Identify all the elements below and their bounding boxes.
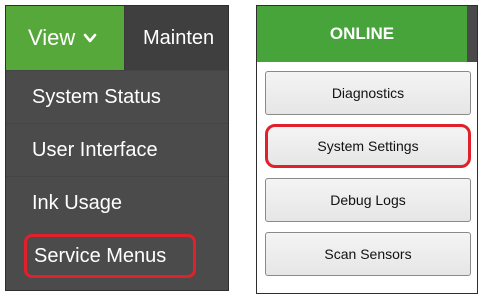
button-label: System Settings [317,138,419,154]
chevron-down-icon [83,31,97,45]
view-tab[interactable]: View [6,6,124,70]
maintenance-tab[interactable]: Mainten [124,6,228,70]
view-tab-label: View [28,25,76,50]
menu-item-label: System Status [32,85,161,108]
button-label: Diagnostics [331,85,405,101]
button-label: Scan Sensors [324,246,412,262]
next-tab-stub [467,6,477,62]
menu-item-label: Ink Usage [32,191,123,214]
scan-sensors-button[interactable]: Scan Sensors [265,232,471,276]
top-navigation-bar: View Mainten [6,6,228,70]
menu-item-ink-usage[interactable]: Ink Usage [6,176,228,229]
debug-logs-button[interactable]: Debug Logs [265,178,471,222]
view-dropdown-menu: System Status User Interface Ink Usage S… [6,70,228,278]
view-menu-panel: View Mainten System Status User Interfac… [5,5,229,291]
tab-online-label: ONLINE [329,24,395,43]
menu-item-label: User Interface [32,138,158,161]
menu-item-service-menus[interactable]: Service Menus [24,234,196,278]
tab-online[interactable]: ONLINE [257,6,467,62]
diagnostics-button[interactable]: Diagnostics [265,71,471,115]
button-label: Debug Logs [330,192,406,208]
menu-item-user-interface[interactable]: User Interface [6,123,228,176]
menu-item-system-status[interactable]: System Status [6,70,228,123]
menu-item-label: Service Menus [34,244,167,267]
service-menus-panel: ONLINE Diagnostics System Settings Debug… [256,5,478,294]
system-settings-button[interactable]: System Settings [265,124,471,168]
maintenance-tab-label: Mainten [143,26,215,49]
